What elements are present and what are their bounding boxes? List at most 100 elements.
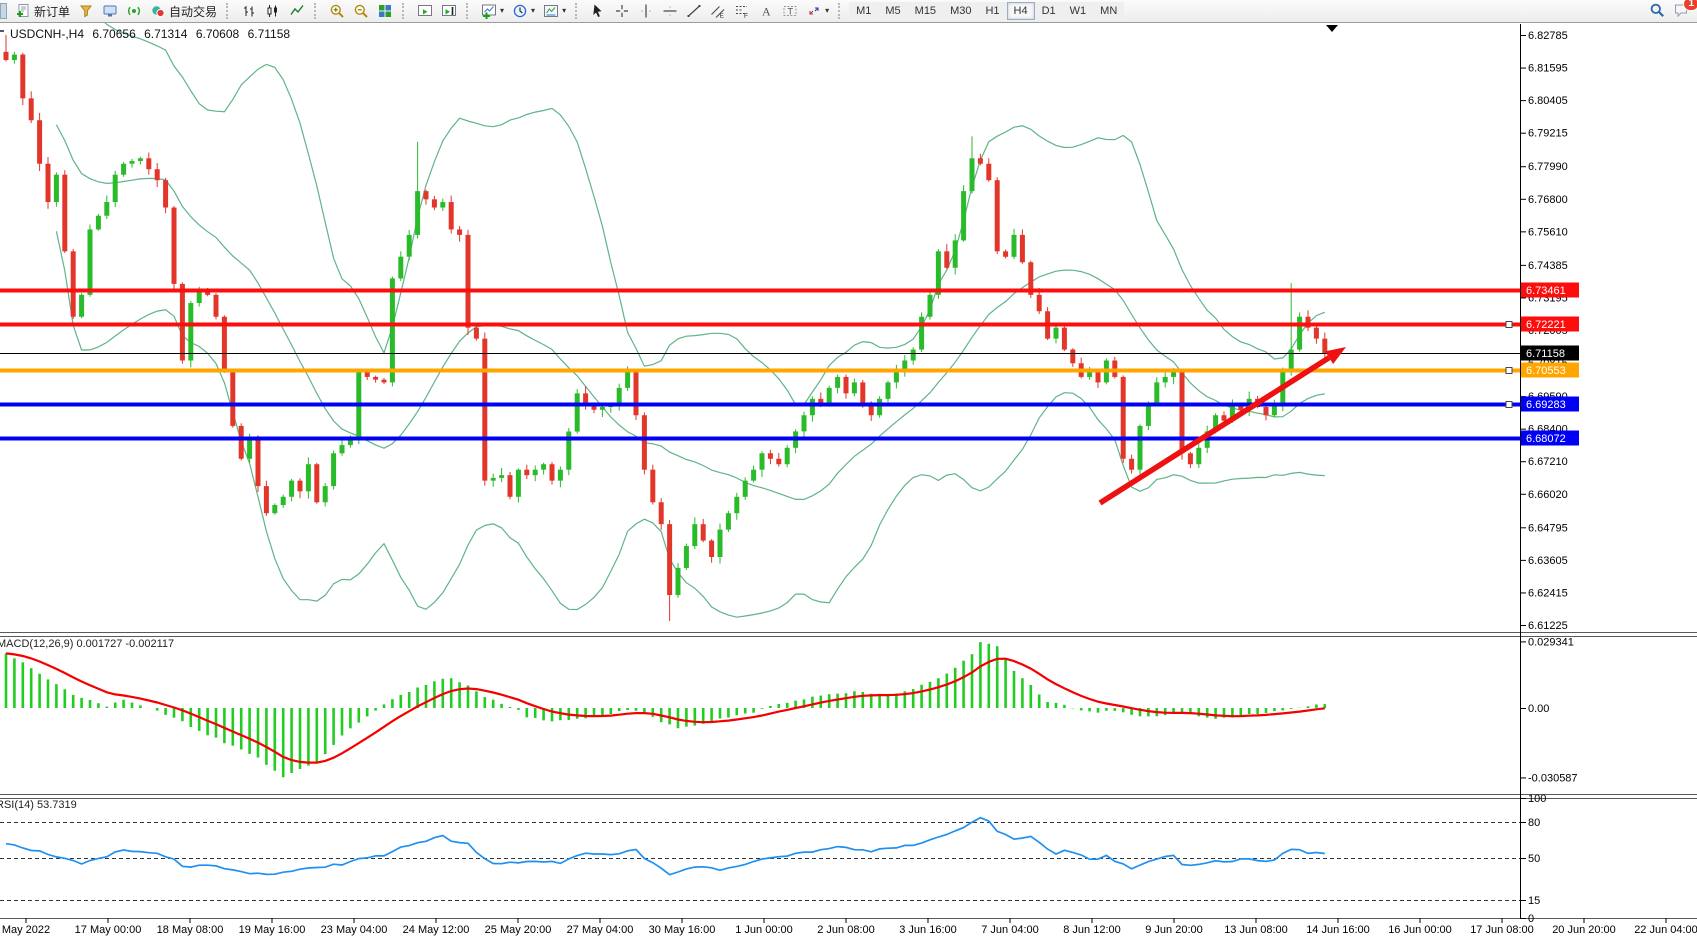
candle-body [894,371,899,382]
timeframe-h4-button[interactable]: H4 [1007,2,1035,20]
chevron-down-icon: ▾ [531,7,535,15]
trendline-icon [686,3,702,19]
price-tick-label: 6.77990 [1528,161,1568,173]
label-tool-button[interactable]: T [778,1,802,21]
candle-body [407,235,412,257]
fibonacci-icon: F [734,3,750,19]
zoom-out-button[interactable] [349,1,373,21]
candle-body [4,52,9,60]
new-order-button[interactable]: 新订单 [11,1,74,21]
timeframe-h1-button[interactable]: H1 [978,2,1006,20]
autotrading-button[interactable]: 自动交易 [146,1,221,21]
text-tool-button[interactable]: A [754,1,778,21]
candle-body [1138,426,1143,470]
svg-text:F: F [744,13,748,19]
candle-body [466,235,471,328]
candle-body [986,164,991,180]
line-chart-mode-button[interactable] [285,1,309,21]
bollinger-upper [56,0,1324,405]
candle-body [256,437,261,486]
template-icon [543,3,559,19]
ticks-button[interactable] [74,1,98,21]
svg-text:E: E [720,13,725,20]
candle-body [1297,317,1302,350]
candle-body [104,202,109,216]
candle-body [944,251,949,267]
vertical-line-icon [638,3,654,19]
candle-body [398,257,403,279]
toolbar-separator [575,3,581,19]
candle-body [541,464,546,469]
new-chart-icon [481,3,497,19]
funnel-icon [78,3,94,19]
line-handle[interactable] [1506,402,1512,408]
timeframe-w1-button[interactable]: W1 [1063,2,1094,20]
candle-body [877,399,882,415]
candle-body [188,303,193,360]
candle-body [625,371,630,387]
price-label-text: 6.69283 [1526,399,1566,411]
fibonacci-tool-button[interactable]: F [730,1,754,21]
timeframe-m5-button[interactable]: M5 [878,2,907,20]
time-tick-label: 8 Jun 12:00 [1063,924,1121,936]
chart-shift-button[interactable] [437,1,461,21]
candle-body [491,478,496,481]
price-tick-label: 6.64795 [1528,522,1568,534]
candle-body [617,388,622,404]
timeframe-m1-button[interactable]: M1 [849,2,878,20]
arrows-tool-button[interactable]: ▾ [802,1,833,21]
timeframe-d1-button[interactable]: D1 [1035,2,1063,20]
new-chart-button[interactable]: ▾ [477,1,508,21]
auto-scroll-button[interactable] [413,1,437,21]
trend-arrow-line[interactable] [1100,358,1329,503]
chart-shift-icon [441,3,457,19]
price-tick-label: 6.63605 [1528,555,1568,567]
candle-body [692,524,697,546]
candle-body [1121,377,1126,459]
crosshair-tool-button[interactable] [610,1,634,21]
candlestick-mode-button[interactable] [261,1,285,21]
time-tick-label: 13 Jun 08:00 [1224,924,1288,936]
signals-button[interactable] [122,1,146,21]
candle-body [852,382,857,393]
chart-canvas[interactable]: 6.827856.815956.804056.792156.779906.768… [0,0,1697,942]
periods-button[interactable]: ▾ [508,1,539,21]
cursor-tool-button[interactable] [586,1,610,21]
clipped-toolbar-icon [0,3,7,19]
line-handle[interactable] [1506,322,1512,328]
candle-body [1154,382,1159,404]
channel-tool-button[interactable]: E [706,1,730,21]
timeframe-m15-button[interactable]: M15 [908,2,943,20]
toolbar-separator [466,3,472,19]
line-handle[interactable] [1506,368,1512,374]
time-tick-label: 9 Jun 20:00 [1145,924,1203,936]
clipped-window-icon [0,30,4,32]
toolbar-group-new-objects: ▾ ▾ ▾ [475,0,572,22]
auto-scroll-icon [417,3,433,19]
time-tick-label: 7 Jun 04:00 [981,924,1039,936]
timeframe-mn-button[interactable]: MN [1093,2,1124,20]
trendline-tool-button[interactable] [682,1,706,21]
tile-windows-button[interactable] [373,1,397,21]
candle-body [642,415,647,469]
vertical-line-tool-button[interactable] [634,1,658,21]
zoom-in-button[interactable] [325,1,349,21]
chevron-down-icon: ▾ [825,7,829,15]
candle-body [432,199,437,207]
price-label-text: 6.68072 [1526,433,1566,445]
search-button[interactable] [1645,0,1669,20]
bar-chart-mode-button[interactable] [237,1,261,21]
templates-button[interactable]: ▾ [539,1,570,21]
price-tick-label: 6.61225 [1528,620,1568,632]
bollinger-middle [56,125,1324,500]
candle-body [1012,235,1017,257]
timeframe-m30-button[interactable]: M30 [943,2,978,20]
horizontal-line-tool-button[interactable] [658,1,682,21]
candle-body [71,251,76,316]
candle-body [46,164,51,202]
candle-body [751,470,756,481]
metaeditor-button[interactable] [98,1,122,21]
price-tick-label: 6.62415 [1528,587,1568,599]
svg-text:A: A [762,5,771,19]
candle-body [886,382,891,398]
